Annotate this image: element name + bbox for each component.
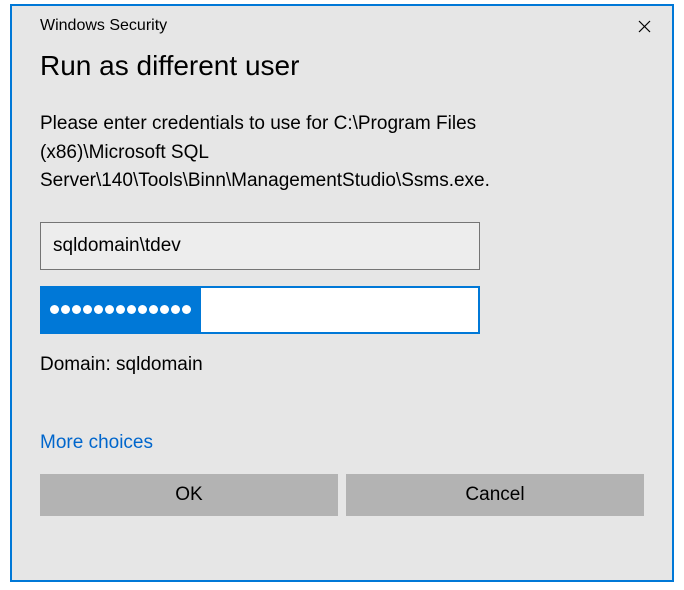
titlebar: Windows Security — [12, 6, 672, 40]
password-input[interactable] — [40, 286, 480, 334]
instruction-text: Please enter credentials to use for C:\P… — [40, 110, 600, 196]
password-dot-icon — [138, 305, 147, 314]
cancel-button[interactable]: Cancel — [346, 474, 644, 516]
credential-dialog: Windows Security Run as different user P… — [10, 4, 674, 582]
username-input[interactable] — [40, 222, 480, 270]
more-choices-link[interactable]: More choices — [40, 432, 153, 454]
password-dot-icon — [149, 305, 158, 314]
password-selection — [42, 288, 201, 332]
password-dot-icon — [94, 305, 103, 314]
dialog-heading: Run as different user — [40, 50, 644, 82]
password-dot-icon — [61, 305, 70, 314]
password-dot-icon — [105, 305, 114, 314]
password-dot-icon — [72, 305, 81, 314]
ok-button[interactable]: OK — [40, 474, 338, 516]
password-dot-icon — [160, 305, 169, 314]
password-dot-icon — [182, 305, 191, 314]
password-dot-icon — [127, 305, 136, 314]
password-text-area[interactable] — [201, 288, 478, 332]
button-row: OK Cancel — [40, 474, 644, 516]
password-dot-icon — [116, 305, 125, 314]
close-button[interactable] — [624, 12, 664, 40]
domain-label: Domain: sqldomain — [40, 354, 644, 376]
dialog-content: Run as different user Please enter crede… — [12, 40, 672, 534]
password-dot-icon — [83, 305, 92, 314]
titlebar-title: Windows Security — [40, 17, 167, 35]
close-icon — [638, 20, 651, 33]
password-dot-icon — [50, 305, 59, 314]
password-dot-icon — [171, 305, 180, 314]
